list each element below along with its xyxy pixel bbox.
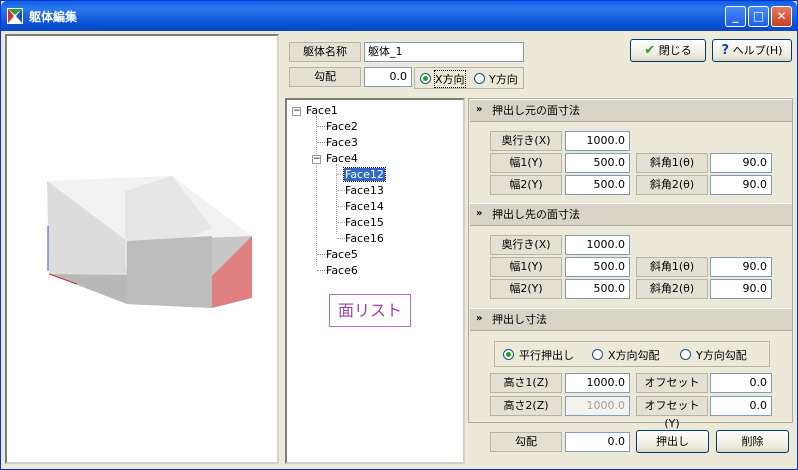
chevron-down-icon: » xyxy=(476,104,483,115)
target-section-header[interactable]: 押出し先の面寸法 xyxy=(470,203,792,226)
tree-item[interactable]: Face2 xyxy=(326,120,358,133)
close-button[interactable]: ✔ 閉じる xyxy=(630,39,706,62)
tree-item[interactable]: Face16 xyxy=(345,232,384,245)
h2-label: 高さ2(Z) xyxy=(490,396,562,416)
help-button-label: ヘルプ(H) xyxy=(732,44,783,57)
h1-field[interactable]: 1000.0 xyxy=(565,373,630,393)
source-depth-label: 奥行き(X) xyxy=(490,131,562,151)
target-w1-label: 幅1(Y) xyxy=(490,257,562,277)
parallel-radio[interactable] xyxy=(503,349,514,360)
source-a2-label: 斜角2(θ) xyxy=(636,175,708,195)
parallel-label: 平行押出し xyxy=(519,349,574,362)
footer-slope-field[interactable]: 0.0 xyxy=(565,432,630,452)
tree-item[interactable]: Face5 xyxy=(326,248,358,261)
chevron-down-icon: » xyxy=(476,313,483,324)
source-w1-field[interactable]: 500.0 xyxy=(565,153,630,173)
close-window-button[interactable]: ✕ xyxy=(771,6,792,27)
question-icon: ? xyxy=(721,43,730,58)
chevron-down-icon: » xyxy=(476,208,483,219)
offset-y-field[interactable]: 0.0 xyxy=(710,396,772,416)
source-w2-field[interactable]: 500.0 xyxy=(565,175,630,195)
target-w2-field[interactable]: 500.0 xyxy=(565,279,630,299)
footer-slope-label: 勾配 xyxy=(490,432,562,452)
h2-field: 1000.0 xyxy=(565,396,630,416)
dir-y-radio[interactable] xyxy=(474,73,485,84)
tree-item[interactable]: Face4 xyxy=(326,152,358,165)
target-a2-label: 斜角2(θ) xyxy=(636,279,708,299)
maximize-button[interactable]: □ xyxy=(748,6,769,27)
source-a1-label: 斜角1(θ) xyxy=(636,153,708,173)
app-icon xyxy=(7,8,23,24)
tree-item[interactable]: Face1 xyxy=(306,104,338,117)
x-slope-radio[interactable] xyxy=(592,349,603,360)
offset-x-label: オフセット(X) xyxy=(636,373,708,407)
y-slope-label: Y方向勾配 xyxy=(696,349,747,362)
tree-item[interactable]: Face14 xyxy=(345,200,384,213)
extrude-button[interactable]: 押出し xyxy=(636,430,709,453)
source-a1-field[interactable]: 90.0 xyxy=(710,153,772,173)
offset-x-field[interactable]: 0.0 xyxy=(710,373,772,393)
target-w1-field[interactable]: 500.0 xyxy=(565,257,630,277)
close-button-label: 閉じる xyxy=(658,44,692,57)
target-depth-field[interactable]: 1000.0 xyxy=(565,235,630,255)
minimize-button[interactable]: _ xyxy=(725,6,746,27)
source-w1-label: 幅1(Y) xyxy=(490,153,562,173)
target-w2-label: 幅2(Y) xyxy=(490,279,562,299)
dir-x-radio[interactable] xyxy=(420,73,431,84)
window-title: 躯体編集 xyxy=(29,10,78,24)
tree-item[interactable]: Face13 xyxy=(345,184,384,197)
tree-item-selected[interactable]: Face12 xyxy=(343,167,386,182)
slope-label: 勾配 xyxy=(289,67,361,87)
tree-item[interactable]: Face6 xyxy=(326,264,358,277)
extrude-section-header[interactable]: 押出し寸法 xyxy=(470,308,792,331)
x-slope-label: X方向勾配 xyxy=(608,349,660,362)
name-field[interactable]: 躯体_1 xyxy=(364,42,524,62)
tree-item[interactable]: Face15 xyxy=(345,216,384,229)
tree-item[interactable]: Face3 xyxy=(326,136,358,149)
dir-x-label: X方向 xyxy=(434,70,466,88)
face-tree[interactable]: − Face1 Face2 Face3 − Face4 Face12 Face1… xyxy=(285,98,465,464)
h1-label: 高さ1(Z) xyxy=(490,373,562,393)
delete-button[interactable]: 削除 xyxy=(716,430,789,453)
collapse-icon[interactable]: − xyxy=(312,155,321,164)
y-slope-radio[interactable] xyxy=(680,349,691,360)
direction-group: X方向 Y方向 xyxy=(414,67,524,89)
target-depth-label: 奥行き(X) xyxy=(490,235,562,255)
help-button[interactable]: ? ヘルプ(H) xyxy=(712,39,792,62)
source-section-header[interactable]: 押出し元の面寸法 xyxy=(470,99,792,122)
title-bar[interactable]: 躯体編集 _ □ ✕ xyxy=(1,1,797,31)
solid-preview xyxy=(47,176,252,308)
name-label: 躯体名称 xyxy=(289,42,361,62)
source-depth-field[interactable]: 1000.0 xyxy=(565,131,630,151)
slope-field[interactable]: 0.0 xyxy=(364,67,412,87)
dir-y-label: Y方向 xyxy=(489,73,518,86)
checkmark-icon: ✔ xyxy=(644,43,656,58)
extrude-mode-group: 平行押出し X方向勾配 Y方向勾配 xyxy=(494,341,770,367)
3d-viewport[interactable] xyxy=(5,34,279,464)
face-list-annotation: 面リスト xyxy=(329,294,411,327)
source-a2-field[interactable]: 90.0 xyxy=(710,175,772,195)
target-a1-label: 斜角1(θ) xyxy=(636,257,708,277)
offset-y-label: オフセット(Y) xyxy=(636,396,708,430)
collapse-icon[interactable]: − xyxy=(292,107,301,116)
target-a1-field[interactable]: 90.0 xyxy=(710,257,772,277)
source-w2-label: 幅2(Y) xyxy=(490,175,562,195)
target-a2-field[interactable]: 90.0 xyxy=(710,279,772,299)
